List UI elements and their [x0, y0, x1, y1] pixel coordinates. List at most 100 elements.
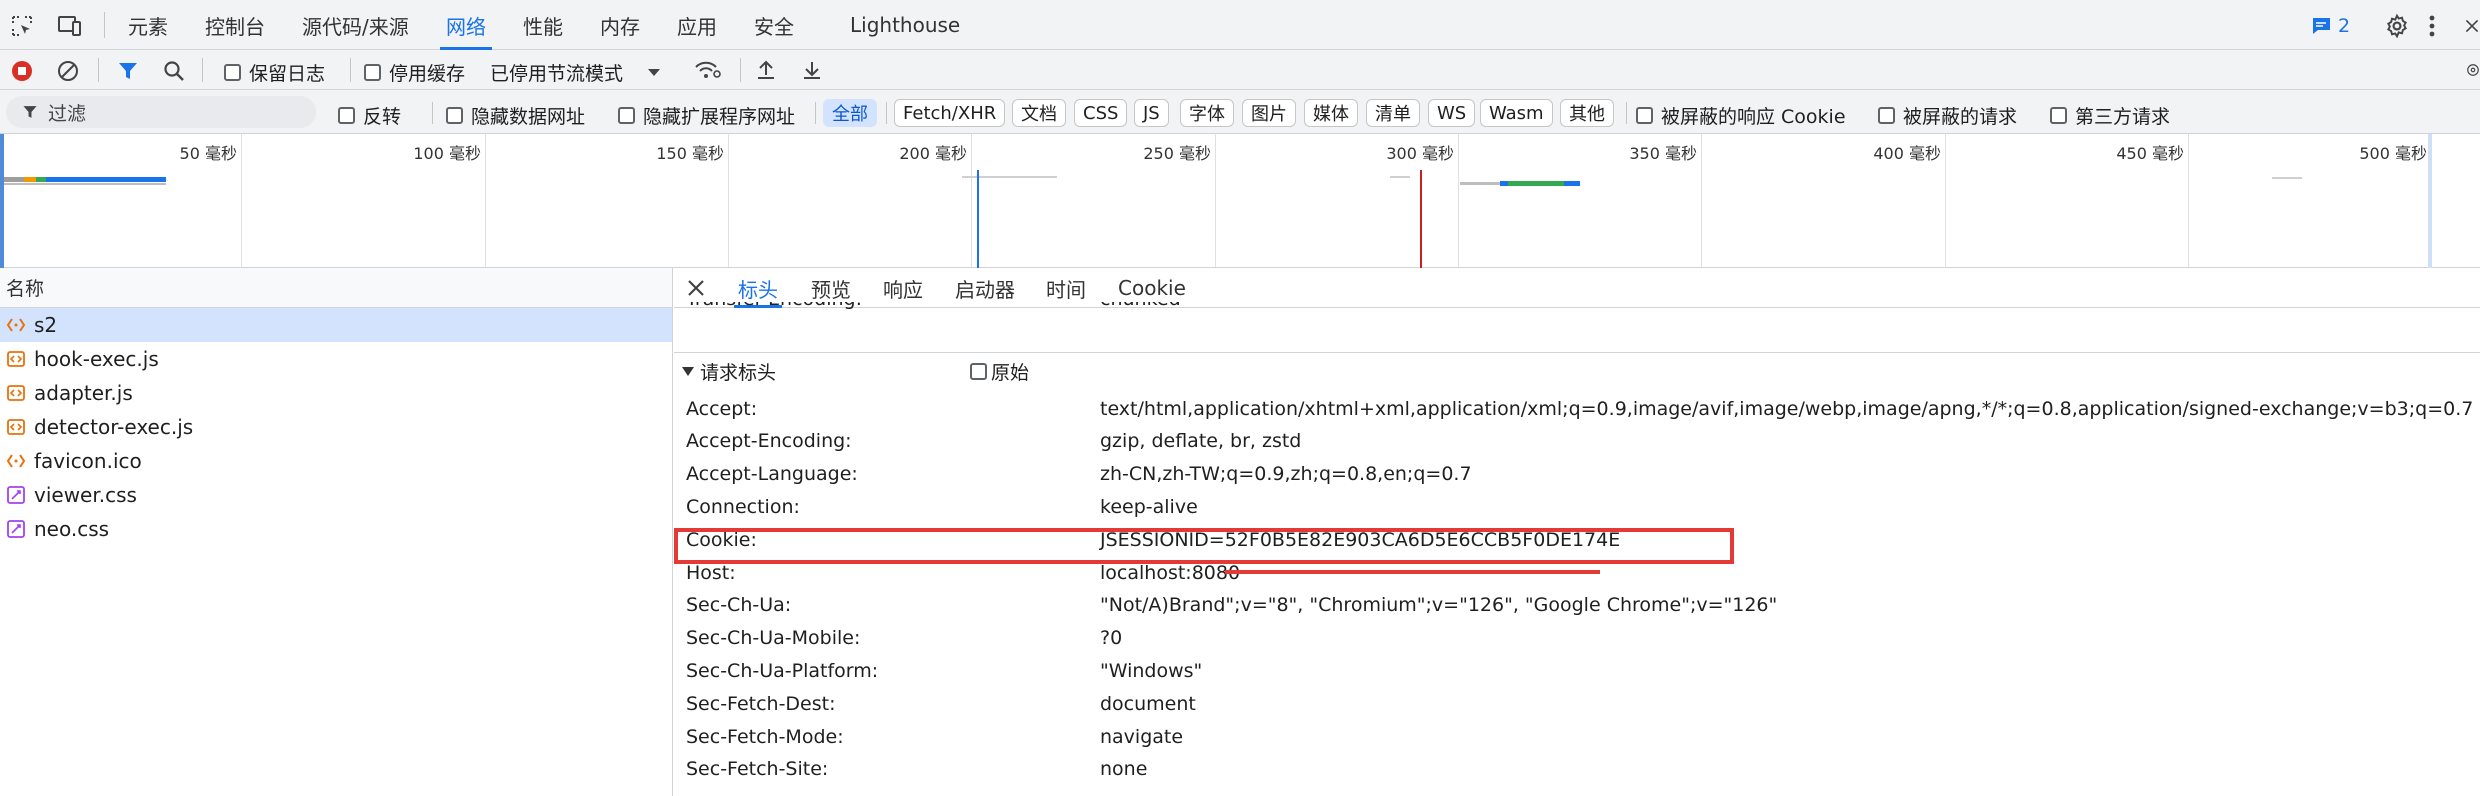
type-filter-ws[interactable]: WS — [1428, 99, 1476, 127]
tab-lighthouse[interactable]: Lighthouse — [850, 0, 960, 50]
invert-checkbox[interactable]: 反转 — [338, 102, 401, 129]
document-icon — [6, 454, 26, 468]
checkbox-box[interactable] — [364, 64, 381, 81]
type-filter-all[interactable]: 全部 — [823, 99, 877, 127]
close-icon[interactable] — [686, 278, 706, 298]
header-row-sec-fetch-mode: Sec-Fetch-Mode: navigate — [674, 720, 2480, 753]
header-row-sec-ch-ua-mobile: Sec-Ch-Ua-Mobile: ?0 — [674, 622, 2480, 655]
network-conditions-icon[interactable] — [694, 58, 722, 82]
message-icon — [2312, 18, 2330, 34]
tab-security[interactable]: 安全 — [754, 0, 794, 50]
tick-label: 400 毫秒 — [1873, 144, 1941, 163]
tab-memory[interactable]: 内存 — [600, 0, 640, 50]
checkbox-box[interactable] — [224, 64, 241, 81]
inspect-element-icon[interactable] — [8, 12, 36, 40]
throttling-select[interactable]: 已停用节流模式 — [490, 59, 661, 86]
devtools-tab-bar: 元素 控制台 源代码/来源 网络 性能 内存 应用 安全 Lighthouse … — [0, 0, 2480, 50]
checkbox-box[interactable] — [618, 107, 635, 124]
checkbox-box[interactable] — [2050, 107, 2067, 124]
timeline-right-handle[interactable] — [2428, 134, 2432, 268]
tick-label: 250 毫秒 — [1143, 144, 1211, 163]
header-value: "Not/A)Brand";v="8", "Chromium";v="126",… — [1100, 594, 1778, 617]
gear-icon[interactable] — [2382, 11, 2412, 41]
type-filter-js[interactable]: JS — [1134, 99, 1169, 127]
divider — [886, 102, 887, 124]
request-detail-pane: 标头 预览 响应 启动器 时间 Cookie Transfer-Encoding… — [674, 268, 2480, 796]
checkbox-box[interactable] — [1878, 107, 1895, 124]
record-stop-icon[interactable] — [10, 59, 34, 83]
grid-line — [1215, 134, 1216, 267]
timeline-overview[interactable]: 50 毫秒 100 毫秒 150 毫秒 200 毫秒 250 毫秒 300 毫秒… — [0, 134, 2480, 268]
script-icon — [7, 385, 25, 401]
device-toolbar-icon[interactable] — [56, 12, 84, 40]
checkbox-box[interactable] — [1636, 107, 1653, 124]
network-settings-icon[interactable] — [2466, 58, 2480, 82]
column-header-name[interactable]: 名称 — [0, 268, 672, 308]
close-devtools-icon[interactable] — [2464, 12, 2480, 40]
tab-console[interactable]: 控制台 — [205, 0, 265, 50]
header-row-sec-fetch-site: Sec-Fetch-Site: none — [674, 753, 2480, 786]
divider — [350, 58, 351, 82]
type-filter-manifest[interactable]: 清单 — [1366, 99, 1420, 127]
header-value: keep-alive — [1100, 495, 1198, 518]
issues-button[interactable]: 2 — [2310, 12, 2350, 40]
header-row-accept-encoding: Accept-Encoding: gzip, deflate, br, zstd — [674, 425, 2480, 458]
request-row-detector-exec[interactable]: detector-exec.js — [0, 410, 672, 444]
type-filter-font[interactable]: 字体 — [1180, 99, 1234, 127]
tab-network[interactable]: 网络 — [440, 0, 492, 50]
hide-data-urls-checkbox[interactable]: 隐藏数据网址 — [446, 102, 585, 129]
checkbox-box[interactable] — [970, 363, 987, 380]
blocked-cookies-checkbox[interactable]: 被屏蔽的响应 Cookie — [1636, 102, 1846, 129]
type-filter-css[interactable]: CSS — [1074, 99, 1128, 127]
third-party-checkbox[interactable]: 第三方请求 — [2050, 102, 2170, 129]
tick-label: 150 毫秒 — [656, 144, 724, 163]
checkbox-box[interactable] — [446, 107, 463, 124]
header-row-accept: Accept: text/html,application/xhtml+xml,a… — [674, 392, 2480, 425]
hide-extension-urls-checkbox[interactable]: 隐藏扩展程序网址 — [618, 102, 795, 129]
document-icon — [6, 318, 26, 332]
timeline-left-handle[interactable] — [0, 134, 4, 268]
request-row-viewer-css[interactable]: viewer.css — [0, 478, 672, 512]
tab-sources[interactable]: 源代码/来源 — [302, 0, 409, 50]
divider — [202, 58, 203, 82]
request-row-adapter[interactable]: adapter.js — [0, 376, 672, 410]
divider — [104, 12, 105, 38]
import-har-icon[interactable] — [754, 58, 778, 82]
export-har-icon[interactable] — [800, 58, 824, 82]
tick-label: 50 毫秒 — [179, 144, 237, 163]
tab-performance[interactable]: 性能 — [523, 0, 563, 50]
checkbox-box[interactable] — [338, 107, 355, 124]
header-name: Accept-Encoding: — [686, 430, 852, 453]
type-filter-media[interactable]: 媒体 — [1304, 99, 1358, 127]
request-row-s2[interactable]: s2 — [0, 308, 672, 342]
stylesheet-icon — [7, 520, 25, 538]
type-filter-wasm[interactable]: Wasm — [1480, 99, 1553, 127]
request-row-neo-css[interactable]: neo.css — [0, 512, 672, 546]
tab-elements[interactable]: 元素 — [128, 0, 168, 50]
tick-label: 500 毫秒 — [2359, 144, 2427, 163]
search-icon[interactable] — [162, 59, 186, 83]
request-headers-section-header[interactable]: 请求标头 原始 — [674, 352, 2480, 390]
disable-cache-checkbox[interactable]: 停用缓存 — [364, 59, 465, 86]
request-row-favicon[interactable]: favicon.ico — [0, 444, 672, 478]
header-name: Connection: — [686, 495, 800, 518]
header-value: localhost:8080 — [1100, 561, 1241, 584]
grid-line — [485, 134, 486, 267]
type-filter-fetch-xhr[interactable]: Fetch/XHR — [894, 99, 1006, 127]
raw-headers-checkbox[interactable]: 原始 — [970, 358, 1029, 385]
filter-input[interactable]: 过滤 — [6, 96, 316, 128]
preserve-log-checkbox[interactable]: 保留日志 — [224, 59, 325, 86]
type-filter-other[interactable]: 其他 — [1560, 99, 1614, 127]
header-name: Host: — [686, 561, 736, 584]
filter-icon[interactable] — [116, 59, 140, 83]
type-filter-img[interactable]: 图片 — [1242, 99, 1296, 127]
request-row-hook-exec[interactable]: hook-exec.js — [0, 342, 672, 376]
waterfall-bar — [36, 177, 46, 182]
clear-icon[interactable] — [56, 59, 80, 83]
waterfall-bar — [1460, 182, 1500, 185]
more-options-icon[interactable] — [2424, 12, 2440, 40]
header-row-sec-ch-ua: Sec-Ch-Ua: "Not/A)Brand";v="8", "Chromium… — [674, 589, 2480, 622]
blocked-requests-checkbox[interactable]: 被屏蔽的请求 — [1878, 102, 2017, 129]
tab-application[interactable]: 应用 — [677, 0, 717, 50]
type-filter-doc[interactable]: 文档 — [1012, 99, 1066, 127]
